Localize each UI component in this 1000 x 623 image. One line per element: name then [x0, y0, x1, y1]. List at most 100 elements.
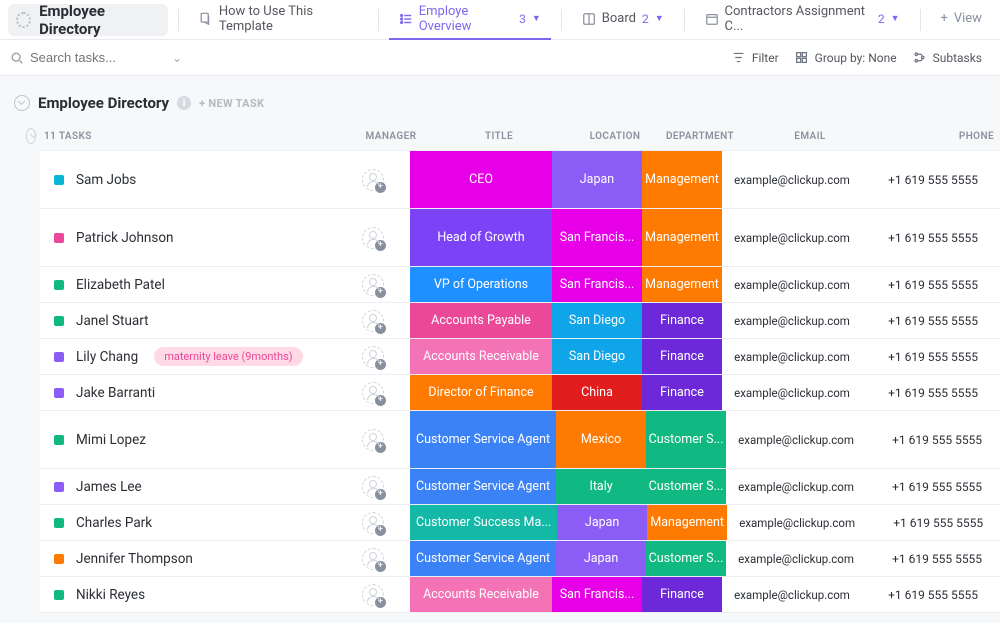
cell-manager[interactable]: + [336, 375, 410, 410]
cell-location[interactable]: Japan [557, 505, 647, 540]
table-row[interactable]: Janel Stuart + Accounts Payable San Dieg… [40, 303, 1000, 339]
cell-manager[interactable]: + [336, 303, 410, 338]
cell-name[interactable]: Mimi Lopez [40, 411, 336, 468]
cell-manager[interactable]: + [336, 411, 410, 468]
cell-phone[interactable]: +1 619 555 5555 [862, 267, 982, 302]
assignee-placeholder-icon[interactable]: + [362, 548, 384, 570]
status-dot[interactable] [54, 435, 64, 445]
cell-department[interactable]: Management [642, 267, 722, 302]
cell-phone[interactable]: +1 619 555 5555 [862, 303, 982, 338]
cell-title[interactable]: Customer Service Agent [410, 541, 556, 576]
cell-email[interactable]: example@clickup.com [726, 541, 866, 576]
filter-button[interactable]: Filter [724, 46, 787, 70]
status-dot[interactable] [54, 388, 64, 398]
cell-name[interactable]: James Lee [40, 469, 336, 504]
cell-department[interactable]: Management [642, 151, 722, 208]
cell-phone[interactable]: +1 619 555 5555 [862, 375, 982, 410]
cell-phone[interactable]: +1 619 555 5555 [862, 209, 982, 266]
cell-name[interactable]: Elizabeth Patel [40, 267, 336, 302]
cell-phone[interactable]: +1 619 555 5555 [862, 577, 982, 612]
assignee-placeholder-icon[interactable]: + [362, 274, 384, 296]
assignee-placeholder-icon[interactable]: + [362, 346, 384, 368]
cell-manager[interactable]: + [336, 209, 410, 266]
cell-email[interactable]: example@clickup.com [722, 209, 862, 266]
table-row[interactable]: Patrick Johnson + Head of Growth San Fra… [40, 209, 1000, 267]
status-dot[interactable] [54, 554, 64, 564]
tab-how-to-use[interactable]: How to Use This Template [189, 0, 368, 40]
cell-location[interactable]: San Francis... [552, 577, 642, 612]
search-input[interactable] [30, 50, 160, 65]
cell-title[interactable]: Accounts Payable [410, 303, 552, 338]
cell-department[interactable]: Finance [642, 339, 722, 374]
info-icon[interactable]: i [177, 96, 191, 110]
status-dot[interactable] [54, 482, 64, 492]
assignee-placeholder-icon[interactable]: + [362, 310, 384, 332]
cell-location[interactable]: San Francis... [552, 267, 642, 302]
cell-manager[interactable]: + [336, 339, 410, 374]
search-wrap[interactable]: ⌄ [10, 50, 182, 65]
table-row[interactable]: Mimi Lopez + Customer Service Agent Mexi… [40, 411, 1000, 469]
cell-department[interactable]: Customer S... [646, 411, 726, 468]
col-department[interactable]: DEPARTMENT [660, 131, 740, 142]
list-title-chip[interactable]: Employee Directory [8, 4, 168, 36]
cell-title[interactable]: CEO [410, 151, 552, 208]
add-view-button[interactable]: + View [930, 0, 992, 40]
cell-department[interactable]: Management [642, 209, 722, 266]
cell-email[interactable]: example@clickup.com [726, 411, 866, 468]
cell-location[interactable]: San Diego [552, 303, 642, 338]
subtasks-button[interactable]: Subtasks [905, 46, 990, 70]
table-row[interactable]: Charles Park + Customer Success Ma... Ja… [40, 505, 1000, 541]
cell-location[interactable]: Mexico [556, 411, 646, 468]
status-dot[interactable] [54, 352, 64, 362]
cell-manager[interactable]: + [336, 151, 410, 208]
cell-email[interactable]: example@clickup.com [722, 151, 862, 208]
cell-name[interactable]: Patrick Johnson [40, 209, 336, 266]
cell-manager[interactable]: + [336, 505, 410, 540]
status-dot[interactable] [54, 518, 64, 528]
table-row[interactable]: Sam Jobs + CEO Japan Management example@… [40, 151, 1000, 209]
cell-email[interactable]: example@clickup.com [727, 505, 867, 540]
cell-manager[interactable]: + [336, 469, 410, 504]
tab-employee-overview[interactable]: Employe Overview 3 ▼ [389, 0, 551, 40]
group-by-button[interactable]: Group by: None [787, 46, 905, 70]
status-dot[interactable] [54, 233, 64, 243]
cell-location[interactable]: China [552, 375, 642, 410]
table-row[interactable]: Elizabeth Patel + VP of Operations San F… [40, 267, 1000, 303]
chevron-down-icon[interactable]: ⌄ [172, 51, 182, 65]
cell-email[interactable]: example@clickup.com [722, 303, 862, 338]
cell-department[interactable]: Management [647, 505, 727, 540]
tab-contractors-calendar[interactable]: Contractors Assignment C... 2 ▼ [695, 0, 910, 40]
assignee-placeholder-icon[interactable]: + [362, 512, 384, 534]
assignee-placeholder-icon[interactable]: + [362, 227, 384, 249]
tag-pill[interactable]: maternity leave (9months) [154, 347, 302, 366]
assignee-placeholder-icon[interactable]: + [362, 476, 384, 498]
cell-location[interactable]: Italy [556, 469, 646, 504]
select-all-toggle[interactable] [26, 128, 36, 144]
cell-title[interactable]: VP of Operations [410, 267, 552, 302]
cell-title[interactable]: Customer Service Agent [410, 469, 556, 504]
cell-email[interactable]: example@clickup.com [722, 339, 862, 374]
assignee-placeholder-icon[interactable]: + [362, 584, 384, 606]
assignee-placeholder-icon[interactable]: + [362, 169, 384, 191]
cell-title[interactable]: Director of Finance [410, 375, 552, 410]
cell-title[interactable]: Head of Growth [410, 209, 552, 266]
cell-email[interactable]: example@clickup.com [726, 469, 866, 504]
status-dot[interactable] [54, 316, 64, 326]
col-manager[interactable]: MANAGER [354, 131, 428, 142]
cell-location[interactable]: Japan [556, 541, 646, 576]
cell-department[interactable]: Customer S... [646, 469, 726, 504]
cell-phone[interactable]: +1 619 555 5555 [866, 541, 986, 576]
col-email[interactable]: EMAIL [740, 131, 880, 142]
status-dot[interactable] [54, 175, 64, 185]
cell-name[interactable]: Charles Park [40, 505, 336, 540]
tab-board[interactable]: Board 2 ▼ [572, 0, 674, 40]
cell-manager[interactable]: + [336, 577, 410, 612]
col-location[interactable]: LOCATION [570, 131, 660, 142]
cell-name[interactable]: Lily Chang maternity leave (9months) [40, 339, 336, 374]
cell-location[interactable]: Japan [552, 151, 642, 208]
cell-name[interactable]: Sam Jobs [40, 151, 336, 208]
cell-location[interactable]: San Francis... [552, 209, 642, 266]
new-task-button[interactable]: + NEW TASK [199, 97, 264, 110]
cell-phone[interactable]: +1 619 555 5555 [862, 339, 982, 374]
cell-phone[interactable]: +1 619 555 5555 [866, 411, 986, 468]
